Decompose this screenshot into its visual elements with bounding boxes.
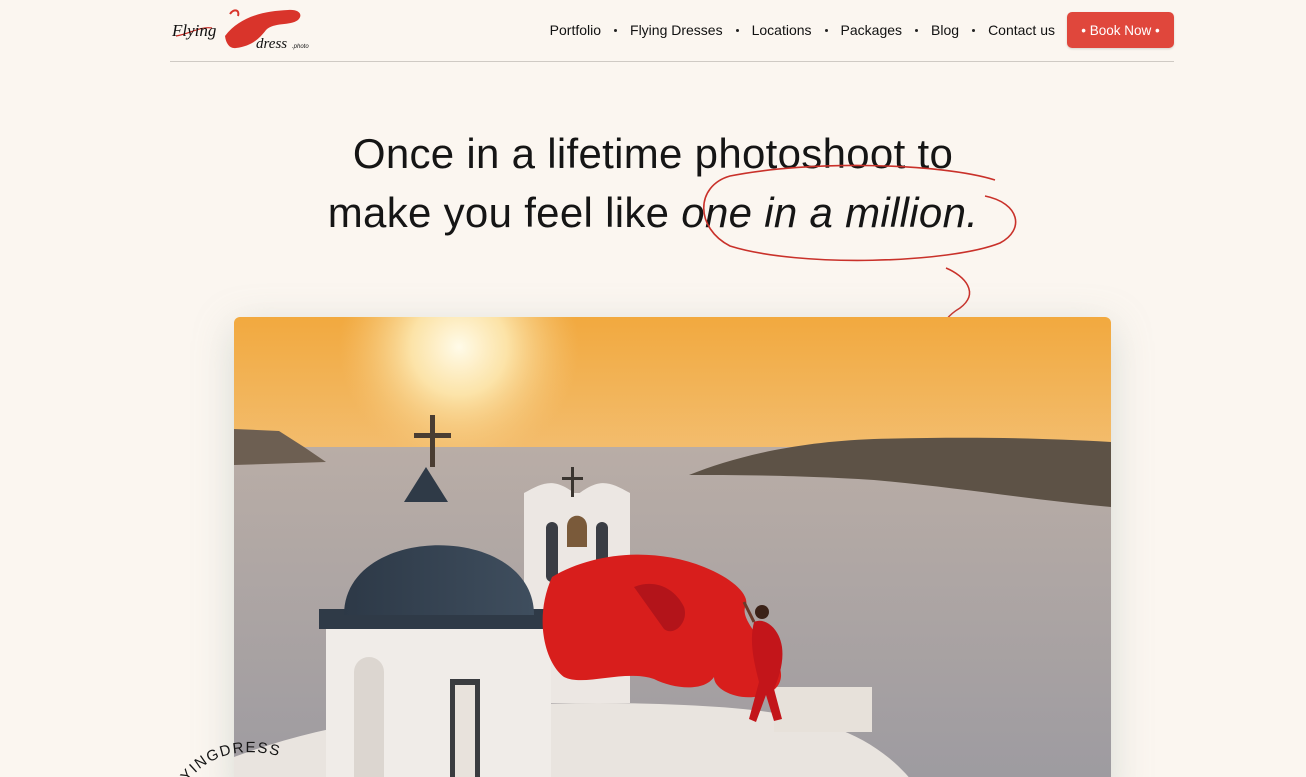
nav-contact[interactable]: Contact us bbox=[988, 22, 1055, 38]
main-nav: Portfolio Flying Dresses Locations Packa… bbox=[550, 12, 1174, 48]
nav-flying-dresses[interactable]: Flying Dresses bbox=[630, 22, 723, 38]
svg-text:Flying: Flying bbox=[171, 21, 216, 40]
book-now-button[interactable]: • Book Now • bbox=[1067, 12, 1174, 48]
nav-separator bbox=[735, 28, 739, 32]
nav-portfolio[interactable]: Portfolio bbox=[550, 22, 601, 38]
nav-blog[interactable]: Blog bbox=[931, 22, 959, 38]
headline-line2: make you feel like bbox=[327, 189, 682, 236]
hero-photo bbox=[234, 317, 1111, 777]
brand-logo[interactable]: Flying dress .photo bbox=[170, 6, 316, 52]
nav-separator bbox=[614, 28, 618, 32]
svg-text:dress: dress bbox=[256, 36, 287, 52]
nav-packages[interactable]: Packages bbox=[841, 22, 902, 38]
site-header: Flying dress .photo Portfolio Flying Dre… bbox=[170, 0, 1174, 62]
circular-badge: FLYINGDRESS bbox=[168, 739, 283, 777]
nav-separator bbox=[972, 28, 976, 32]
badge-text: FLYINGDRESS bbox=[168, 739, 282, 777]
headline-emphasis: one in a million. bbox=[681, 189, 979, 236]
nav-locations[interactable]: Locations bbox=[752, 22, 812, 38]
hero-headline: Once in a lifetime photoshoot to make yo… bbox=[0, 124, 1306, 242]
nav-separator bbox=[824, 28, 828, 32]
svg-text:.photo: .photo bbox=[292, 44, 309, 50]
nav-separator bbox=[915, 28, 919, 32]
svg-text:FLYINGDRESS: FLYINGDRESS bbox=[168, 739, 283, 777]
headline-line1: Once in a lifetime photoshoot to bbox=[352, 130, 954, 177]
